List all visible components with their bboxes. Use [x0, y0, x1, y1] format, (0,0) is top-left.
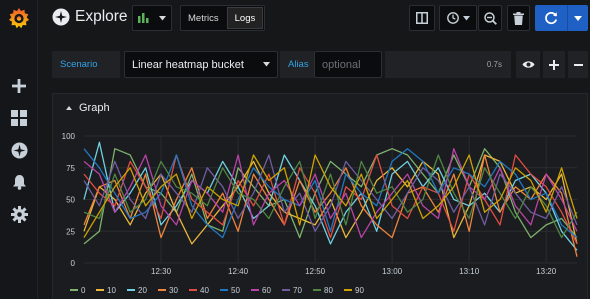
y-tick-label: 100	[62, 132, 76, 141]
chevron-down-icon	[574, 15, 582, 21]
y-tick-label: 25	[66, 227, 75, 236]
bell-icon[interactable]	[9, 172, 29, 192]
chevron-down-icon	[159, 15, 166, 20]
datasource-picker[interactable]	[132, 5, 172, 31]
legend-label: 50	[231, 286, 240, 295]
alias-label: Alias	[280, 51, 314, 78]
x-tick-label: 13:20	[536, 267, 557, 276]
legend-swatch	[96, 289, 104, 291]
legend-label: 20	[138, 286, 147, 295]
minus-icon	[573, 63, 583, 66]
legend-swatch	[313, 289, 321, 291]
gear-icon[interactable]	[9, 204, 29, 224]
top-bar: Explore Metrics Logs	[38, 0, 590, 38]
zoom-out-button[interactable]	[478, 5, 502, 31]
split-columns-icon	[416, 12, 428, 24]
legend-swatch	[220, 289, 228, 291]
scenario-select[interactable]: Linear heatmap bucket	[124, 51, 278, 78]
time-picker-button[interactable]	[439, 5, 477, 31]
x-tick-label: 12:30	[151, 267, 172, 276]
x-tick-label: 12:40	[228, 267, 249, 276]
query-row: Scenario Linear heatmap bucket Alias opt…	[52, 51, 588, 78]
clock-icon	[446, 12, 459, 24]
refresh-interval-dropdown[interactable]	[568, 5, 588, 31]
zoom-out-icon	[483, 11, 497, 25]
legend-label: 80	[324, 286, 333, 295]
x-tick-label: 12:50	[305, 267, 326, 276]
y-tick-label: 0	[71, 259, 76, 268]
sidebar	[0, 0, 38, 299]
mode-toggle: Metrics Logs	[180, 5, 266, 31]
refresh-icon	[545, 11, 558, 25]
chevron-down-icon	[263, 62, 270, 67]
legend-swatch	[189, 289, 197, 291]
add-query-button[interactable]	[543, 51, 565, 78]
page-title: Explore	[75, 8, 128, 25]
refresh-button[interactable]	[535, 5, 568, 31]
legend-swatch	[158, 289, 166, 291]
query-duration: 0.7s	[385, 51, 511, 78]
grafana-logo-icon[interactable]	[7, 6, 31, 30]
legend-label: 40	[200, 286, 209, 295]
run-query-button[interactable]	[535, 5, 588, 31]
graph-chart: 025507510012:30 12:40 12:50 13:00 13:10 13:20…	[62, 132, 578, 295]
toggle-visibility-button[interactable]	[516, 51, 540, 78]
y-tick-label: 75	[66, 164, 75, 173]
plus-icon	[549, 59, 559, 70]
legend-swatch	[70, 289, 78, 291]
legend-swatch	[127, 289, 135, 291]
plus-icon[interactable]	[9, 76, 29, 96]
legend-swatch	[251, 289, 259, 291]
legend-label: 0	[81, 286, 86, 295]
scenario-label: Scenario	[52, 51, 120, 78]
scenario-value: Linear heatmap bucket	[132, 58, 244, 71]
trash-icon	[513, 11, 524, 25]
legend-label: 90	[355, 286, 364, 295]
x-tick-label: 13:00	[382, 267, 403, 276]
legend-swatch	[282, 289, 290, 291]
legend-label: 70	[293, 286, 302, 295]
dashboards-grid-icon[interactable]	[9, 108, 29, 128]
legend-label: 30	[169, 286, 178, 295]
clear-all-button[interactable]	[507, 5, 530, 31]
mode-logs-button[interactable]: Logs	[226, 7, 264, 29]
y-tick-label: 50	[66, 196, 75, 205]
remove-query-button[interactable]	[568, 51, 588, 78]
legend-label: 10	[107, 286, 116, 295]
x-tick-label: 13:10	[459, 267, 480, 276]
graph-panel: Graph 0 25 50 75 100 12:30 12:40 12:50 13:00 13:1…	[52, 93, 588, 299]
alias-input[interactable]: optional	[314, 51, 382, 78]
legend-label: 60	[262, 286, 271, 295]
testdata-icon	[138, 13, 149, 23]
compass-icon[interactable]	[9, 140, 29, 160]
chevron-down-icon	[462, 15, 470, 20]
split-button[interactable]	[409, 5, 435, 31]
eye-icon	[522, 61, 534, 68]
mode-metrics-button[interactable]: Metrics	[181, 6, 226, 30]
explore-compass-icon	[52, 8, 70, 26]
legend-swatch	[344, 289, 352, 291]
